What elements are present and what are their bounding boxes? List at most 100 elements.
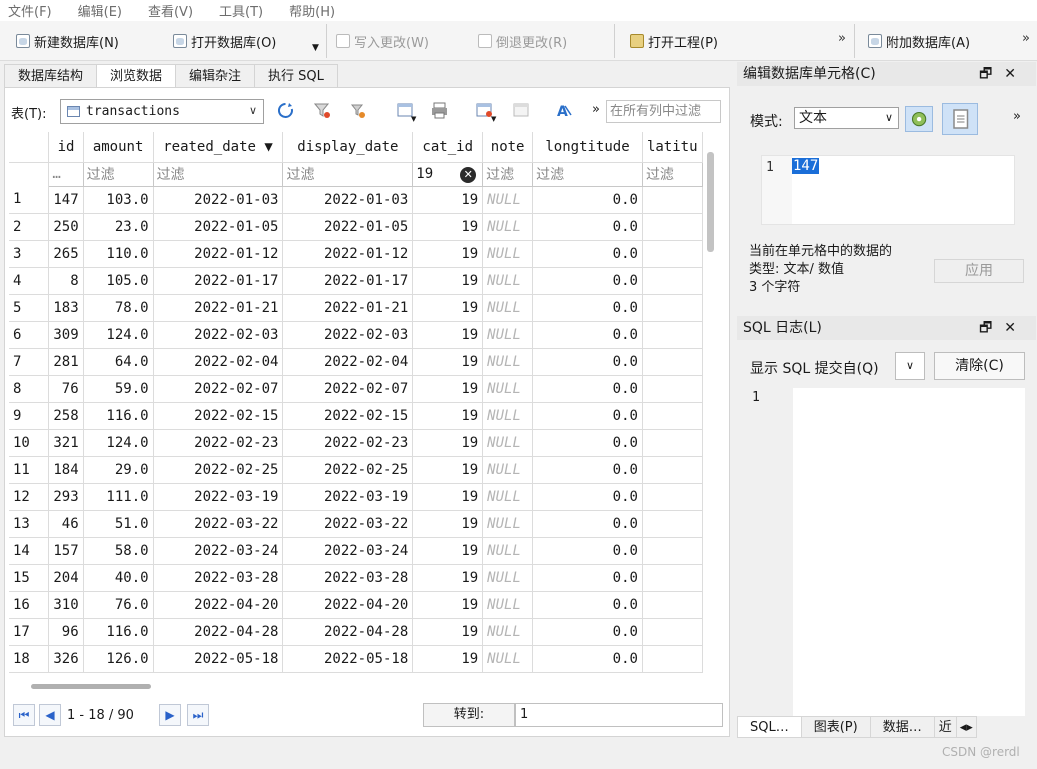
table-cell[interactable]: 0.0 xyxy=(532,267,643,295)
table-cell[interactable]: 2022-02-07 xyxy=(282,375,414,403)
table-cell[interactable]: 19 xyxy=(412,564,484,592)
row-number[interactable]: 11 xyxy=(9,456,50,484)
table-cell[interactable]: NULL xyxy=(482,483,534,511)
menu-help[interactable]: 帮助(H) xyxy=(289,1,335,20)
table-cell[interactable]: NULL xyxy=(482,213,534,241)
table-cell[interactable]: 78.0 xyxy=(83,294,154,322)
table-cell[interactable] xyxy=(642,294,703,322)
table-cell[interactable]: NULL xyxy=(482,456,534,484)
open-database-dropdown-icon[interactable]: ▼ xyxy=(312,43,319,53)
row-number[interactable]: 16 xyxy=(9,591,50,619)
table-cell[interactable]: NULL xyxy=(482,294,534,322)
table-cell[interactable]: 0.0 xyxy=(532,348,643,376)
table-cell[interactable]: 2022-04-20 xyxy=(153,591,284,619)
insert-dropdown-icon[interactable]: ▼ xyxy=(411,115,416,123)
table-cell[interactable]: 2022-04-28 xyxy=(282,618,414,646)
table-cell[interactable]: NULL xyxy=(482,510,534,538)
table-cell[interactable] xyxy=(642,321,703,349)
table-row[interactable]: 8 76 59.0 2022-02-07 2022-02-07 19 NULL 0.0 xyxy=(9,375,703,403)
table-row[interactable]: 18 326 126.0 2022-05-18 2022-05-18 19 NULL 0.0 xyxy=(9,645,703,673)
filter-cell[interactable]: 过滤 xyxy=(152,161,284,187)
table-cell[interactable]: 183 xyxy=(48,294,84,322)
table-cell[interactable]: 2022-03-24 xyxy=(282,537,414,565)
table-cell[interactable]: 76.0 xyxy=(83,591,154,619)
row-number[interactable]: 9 xyxy=(9,402,50,430)
column-header[interactable]: id xyxy=(48,132,84,163)
table-cell[interactable] xyxy=(642,429,703,457)
table-cell[interactable]: 0.0 xyxy=(532,564,643,592)
table-cell[interactable]: 58.0 xyxy=(83,537,154,565)
table-cell[interactable]: NULL xyxy=(482,402,534,430)
revert-changes-button[interactable]: 倒退更改(R) xyxy=(478,29,567,53)
menu-view[interactable]: 查看(V) xyxy=(148,1,193,20)
table-cell[interactable]: 0.0 xyxy=(532,240,643,268)
table-cell[interactable]: 326 xyxy=(48,645,84,673)
write-changes-button[interactable]: 写入更改(W) xyxy=(336,29,429,53)
row-number[interactable]: 7 xyxy=(9,348,50,376)
table-cell[interactable]: NULL xyxy=(482,564,534,592)
table-cell[interactable]: 19 xyxy=(412,429,484,457)
refresh-icon[interactable] xyxy=(277,102,294,119)
table-cell[interactable] xyxy=(642,375,703,403)
new-database-button[interactable]: 新建数据库(N) xyxy=(16,29,119,53)
row-number[interactable]: 14 xyxy=(9,537,50,565)
column-header[interactable]: note xyxy=(482,132,534,163)
table-cell[interactable]: 0.0 xyxy=(532,456,643,484)
table-cell[interactable]: 19 xyxy=(412,375,484,403)
table-cell[interactable]: 19 xyxy=(412,456,484,484)
table-row[interactable]: 15 204 40.0 2022-03-28 2022-03-28 19 NULL 0.0 xyxy=(9,564,703,592)
table-row[interactable]: 13 46 51.0 2022-03-22 2022-03-22 19 NULL 0.0 xyxy=(9,510,703,538)
table-row[interactable]: 17 96 116.0 2022-04-28 2022-04-28 19 NULL 0.0 xyxy=(9,618,703,646)
table-cell[interactable]: 19 xyxy=(412,186,484,214)
corner-header[interactable] xyxy=(9,132,50,163)
row-number[interactable]: 10 xyxy=(9,429,50,457)
attach-database-button[interactable]: 附加数据库(A) xyxy=(868,29,970,53)
apply-button[interactable]: 应用 xyxy=(934,259,1024,283)
table-row[interactable]: 11 184 29.0 2022-02-25 2022-02-25 19 NULL 0.0 xyxy=(9,456,703,484)
filter-cell[interactable]: 过滤 xyxy=(641,161,703,187)
row-number[interactable]: 5 xyxy=(9,294,50,322)
table-cell[interactable]: 2022-02-25 xyxy=(282,456,414,484)
row-number[interactable]: 6 xyxy=(9,321,50,349)
filter-cell[interactable]: 过滤 xyxy=(532,161,643,187)
table-cell[interactable] xyxy=(642,618,703,646)
dock-float-close-icons[interactable]: 🗗✕ xyxy=(979,316,1028,340)
table-cell[interactable]: 2022-02-03 xyxy=(153,321,284,349)
table-cell[interactable]: 2022-01-03 xyxy=(282,186,414,214)
table-cell[interactable]: 116.0 xyxy=(83,402,154,430)
table-cell[interactable] xyxy=(642,645,703,673)
row-number[interactable]: 13 xyxy=(9,510,50,538)
horizontal-scrollbar[interactable] xyxy=(31,684,151,689)
cell-editor[interactable]: 1 147 xyxy=(761,155,1015,225)
print-icon[interactable] xyxy=(431,102,448,119)
open-project-button[interactable]: 打开工程(P) xyxy=(630,29,718,53)
table-row[interactable]: 12 293 111.0 2022-03-19 2022-03-19 19 NULL 0.0 xyxy=(9,483,703,511)
table-row[interactable]: 16 310 76.0 2022-04-20 2022-04-20 19 NULL 0.0 xyxy=(9,591,703,619)
table-cell[interactable]: 0.0 xyxy=(532,537,643,565)
table-cell[interactable]: 184 xyxy=(48,456,84,484)
table-cell[interactable]: 0.0 xyxy=(532,591,643,619)
table-cell[interactable]: 19 xyxy=(412,240,484,268)
column-header[interactable]: longtitude xyxy=(532,132,643,163)
table-cell[interactable]: 105.0 xyxy=(83,267,154,295)
table-cell[interactable]: 2022-02-04 xyxy=(282,348,414,376)
clear-button[interactable]: 清除(C) xyxy=(934,352,1025,380)
table-cell[interactable]: 19 xyxy=(412,348,484,376)
table-cell[interactable]: 2022-05-18 xyxy=(153,645,284,673)
table-cell[interactable]: 2022-01-05 xyxy=(153,213,284,241)
table-row[interactable]: 7 281 64.0 2022-02-04 2022-02-04 19 NULL 0.0 xyxy=(9,348,703,376)
tab-database-structure[interactable]: 数据库结构 xyxy=(4,64,98,87)
table-cell[interactable]: 2022-02-23 xyxy=(282,429,414,457)
table-cell[interactable] xyxy=(642,483,703,511)
table-cell[interactable]: 2022-01-21 xyxy=(153,294,284,322)
table-cell[interactable]: 76 xyxy=(48,375,84,403)
table-cell[interactable]: 2022-03-22 xyxy=(153,510,284,538)
edit-panel-overflow-icon[interactable]: » xyxy=(1013,109,1021,124)
table-cell[interactable] xyxy=(642,402,703,430)
filter-cell[interactable]: 过滤 xyxy=(282,161,414,187)
row-number[interactable]: 4 xyxy=(9,267,50,295)
goto-input[interactable]: 1 xyxy=(515,703,723,727)
vertical-scrollbar[interactable] xyxy=(707,152,714,252)
table-row[interactable]: 3 265 110.0 2022-01-12 2022-01-12 19 NULL 0.0 xyxy=(9,240,703,268)
table-cell[interactable]: 110.0 xyxy=(83,240,154,268)
